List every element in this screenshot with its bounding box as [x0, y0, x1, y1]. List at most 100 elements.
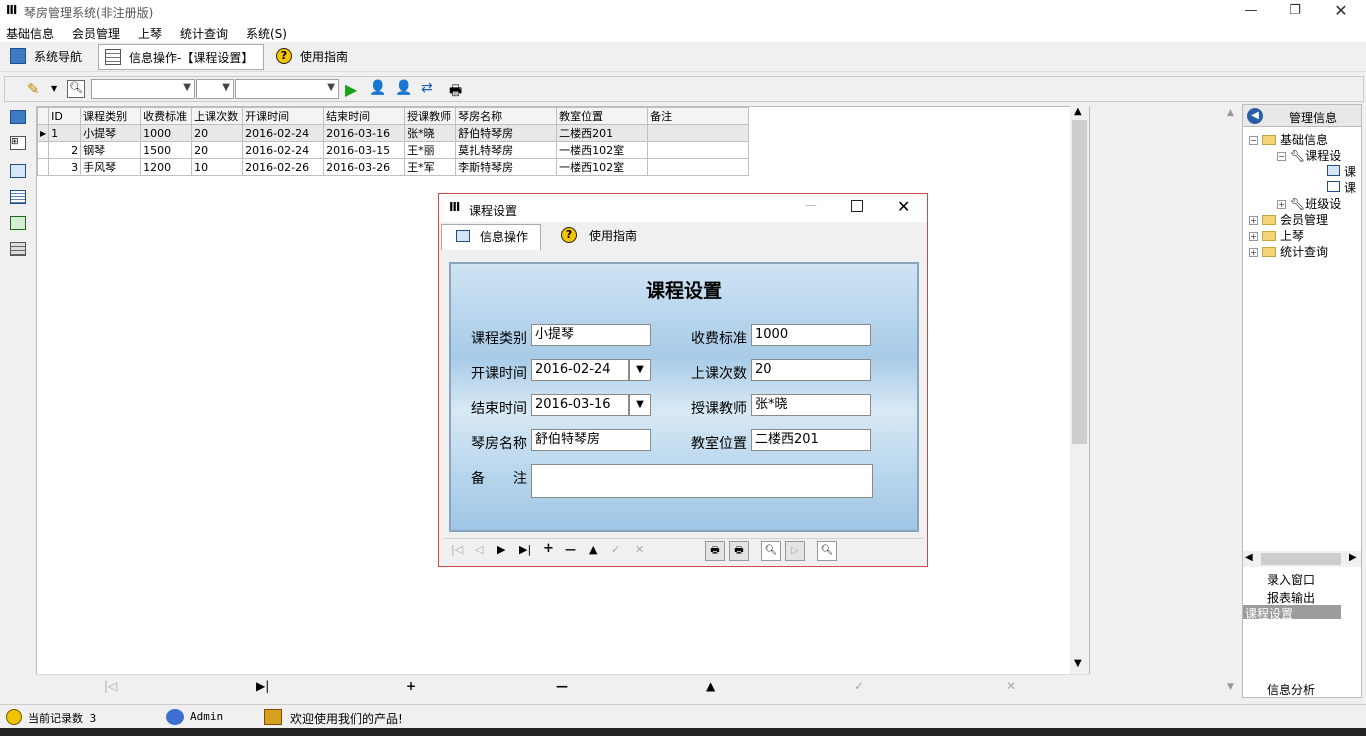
post-record-icon[interactable]: ✓ — [854, 679, 864, 693]
end-date-picker-button[interactable]: ▼ — [629, 394, 651, 416]
tab-system-nav[interactable]: 系统导航 — [4, 44, 92, 70]
delete-record-icon[interactable]: — — [556, 679, 568, 693]
start-date-picker-button[interactable]: ▼ — [629, 359, 651, 381]
post-record-icon[interactable]: ✓ — [611, 543, 620, 556]
category-input[interactable]: 小提琴 — [531, 324, 651, 346]
menu-stats[interactable]: 统计查询 — [180, 25, 228, 42]
cell[interactable] — [647, 158, 750, 176]
cell[interactable]: 钢琴 — [80, 141, 142, 159]
table-icon[interactable] — [10, 164, 26, 178]
cell[interactable]: 一楼西102室 — [556, 141, 649, 159]
menu-system[interactable]: 系统(S) — [246, 25, 287, 42]
play-icon[interactable]: ▶ — [345, 80, 363, 99]
close-button[interactable]: ✕ — [1318, 0, 1364, 22]
column-header[interactable]: 开课时间 — [242, 107, 325, 125]
add-record-icon[interactable]: + — [406, 679, 416, 693]
maximize-button[interactable] — [851, 200, 863, 212]
cell[interactable]: 舒伯特琴房 — [455, 124, 558, 142]
expand-icon[interactable]: + — [1249, 232, 1258, 241]
cell[interactable]: 2 — [48, 141, 82, 159]
column-header[interactable]: 课程类别 — [80, 107, 142, 125]
lesson-count-input[interactable]: 20 — [751, 359, 871, 381]
tree-horizontal-scrollbar[interactable]: ◀ ▶ — [1243, 551, 1361, 567]
tree-leaf[interactable]: 课 — [1327, 163, 1356, 180]
cell[interactable]: 手风琴 — [80, 158, 142, 176]
expand-icon[interactable]: + — [1249, 216, 1258, 225]
list-item-selected[interactable]: 课程设置 — [1243, 605, 1341, 621]
cell[interactable] — [647, 124, 750, 142]
collapse-icon[interactable]: − — [1249, 136, 1258, 145]
minimize-button[interactable]: — — [1228, 0, 1274, 22]
table-row[interactable]: 3 手风琴 1200 10 2016-02-26 2016-03-26 王*军 … — [36, 158, 750, 176]
fee-input[interactable]: 1000 — [751, 324, 871, 346]
scroll-down-icon[interactable]: ▼ — [1227, 682, 1234, 692]
tree-node-member[interactable]: + 会员管理 — [1249, 211, 1328, 228]
column-header[interactable]: 教室位置 — [556, 107, 649, 125]
menu-basic-info[interactable]: 基础信息 — [6, 25, 54, 42]
cell[interactable]: 二楼西201 — [556, 124, 649, 142]
scroll-thumb[interactable] — [1261, 553, 1341, 565]
cell[interactable]: 张*晓 — [404, 124, 457, 142]
close-button[interactable]: ✕ — [897, 197, 910, 216]
document-icon[interactable] — [10, 190, 26, 204]
cell[interactable] — [647, 141, 750, 159]
minimize-button[interactable]: — — [805, 198, 817, 212]
scroll-up-icon[interactable]: ▲ — [1074, 106, 1082, 117]
scroll-up-icon[interactable]: ▲ — [1227, 108, 1234, 118]
scroll-right-icon[interactable]: ▶ — [1349, 552, 1357, 563]
play-icon[interactable]: ▷ — [785, 541, 805, 561]
location-input[interactable]: 二楼西201 — [751, 429, 871, 451]
delete-record-icon[interactable]: — — [565, 543, 576, 556]
find-next-icon[interactable]: 👤 — [395, 80, 413, 98]
tree-node-piano[interactable]: + 上琴 — [1249, 227, 1304, 244]
first-record-icon[interactable]: |◁ — [451, 543, 463, 556]
cell[interactable]: 小提琴 — [80, 124, 142, 142]
cell[interactable]: 一楼西102室 — [556, 158, 649, 176]
menu-piano[interactable]: 上琴 — [138, 25, 162, 42]
cell[interactable]: 2016-03-26 — [323, 158, 406, 176]
room-input[interactable]: 舒伯特琴房 — [531, 429, 651, 451]
first-record-icon[interactable]: |◁ — [104, 679, 117, 693]
menu-member[interactable]: 会员管理 — [72, 25, 120, 42]
print-icon[interactable]: 🖶 — [705, 541, 725, 561]
tree-node-stats[interactable]: + 统计查询 — [1249, 243, 1328, 260]
list-item[interactable]: 录入窗口 — [1267, 571, 1315, 588]
edit-record-icon[interactable]: ▲ — [589, 543, 597, 556]
table-row[interactable]: ▶ 1 小提琴 1000 20 2016-02-24 2016-03-16 张*… — [36, 124, 750, 142]
last-record-icon[interactable]: ▶| — [519, 543, 531, 556]
cell[interactable]: 李斯特琴房 — [455, 158, 558, 176]
chevron-down-icon[interactable]: ▼ — [51, 84, 57, 93]
prior-record-icon[interactable]: ◁ — [475, 543, 483, 556]
expand-icon[interactable]: + — [1249, 248, 1258, 257]
cell[interactable]: 20 — [191, 124, 244, 142]
refresh-icon[interactable]: ⇄ — [421, 80, 439, 98]
note-textarea[interactable] — [531, 464, 873, 498]
column-header[interactable]: ID — [48, 107, 82, 125]
scroll-left-icon[interactable]: ◀ — [1245, 552, 1253, 563]
cell[interactable]: 1200 — [140, 158, 193, 176]
tab-user-guide[interactable]: ? 使用指南 — [547, 224, 653, 250]
back-icon[interactable]: ◀ — [1247, 108, 1263, 124]
cell[interactable]: 1000 — [140, 124, 193, 142]
cancel-record-icon[interactable]: ✕ — [635, 543, 644, 556]
cell[interactable]: 2016-03-16 — [323, 124, 406, 142]
cell[interactable]: 2016-02-26 — [242, 158, 325, 176]
print-icon[interactable]: 🖶 — [449, 80, 467, 99]
last-record-icon[interactable]: ▶| — [256, 679, 269, 693]
tree-node-class[interactable]: + 🔧︎班级设 — [1277, 195, 1341, 212]
cell[interactable]: 10 — [191, 158, 244, 176]
grid-vertical-scrollbar[interactable]: ▲ ▼ — [1070, 106, 1089, 674]
tree-node-course[interactable]: − 🔧︎课程设 — [1277, 147, 1341, 164]
list-item[interactable]: 报表输出 — [1267, 589, 1315, 606]
search-icon[interactable]: 🔍︎ — [67, 80, 85, 98]
report-icon[interactable] — [10, 242, 26, 256]
expand-icon[interactable]: + — [1277, 200, 1286, 209]
panel-footer[interactable]: 信息分析 — [1267, 681, 1315, 698]
diagram-icon[interactable]: ⊞ — [10, 136, 26, 150]
cell[interactable]: 莫扎特琴房 — [455, 141, 558, 159]
print-preview-icon[interactable]: 🖶 — [729, 541, 749, 561]
edit-record-icon[interactable]: ▲ — [706, 679, 715, 693]
column-header[interactable]: 上课次数 — [191, 107, 244, 125]
cell[interactable]: 王*军 — [404, 158, 457, 176]
scroll-thumb[interactable] — [1072, 120, 1087, 444]
